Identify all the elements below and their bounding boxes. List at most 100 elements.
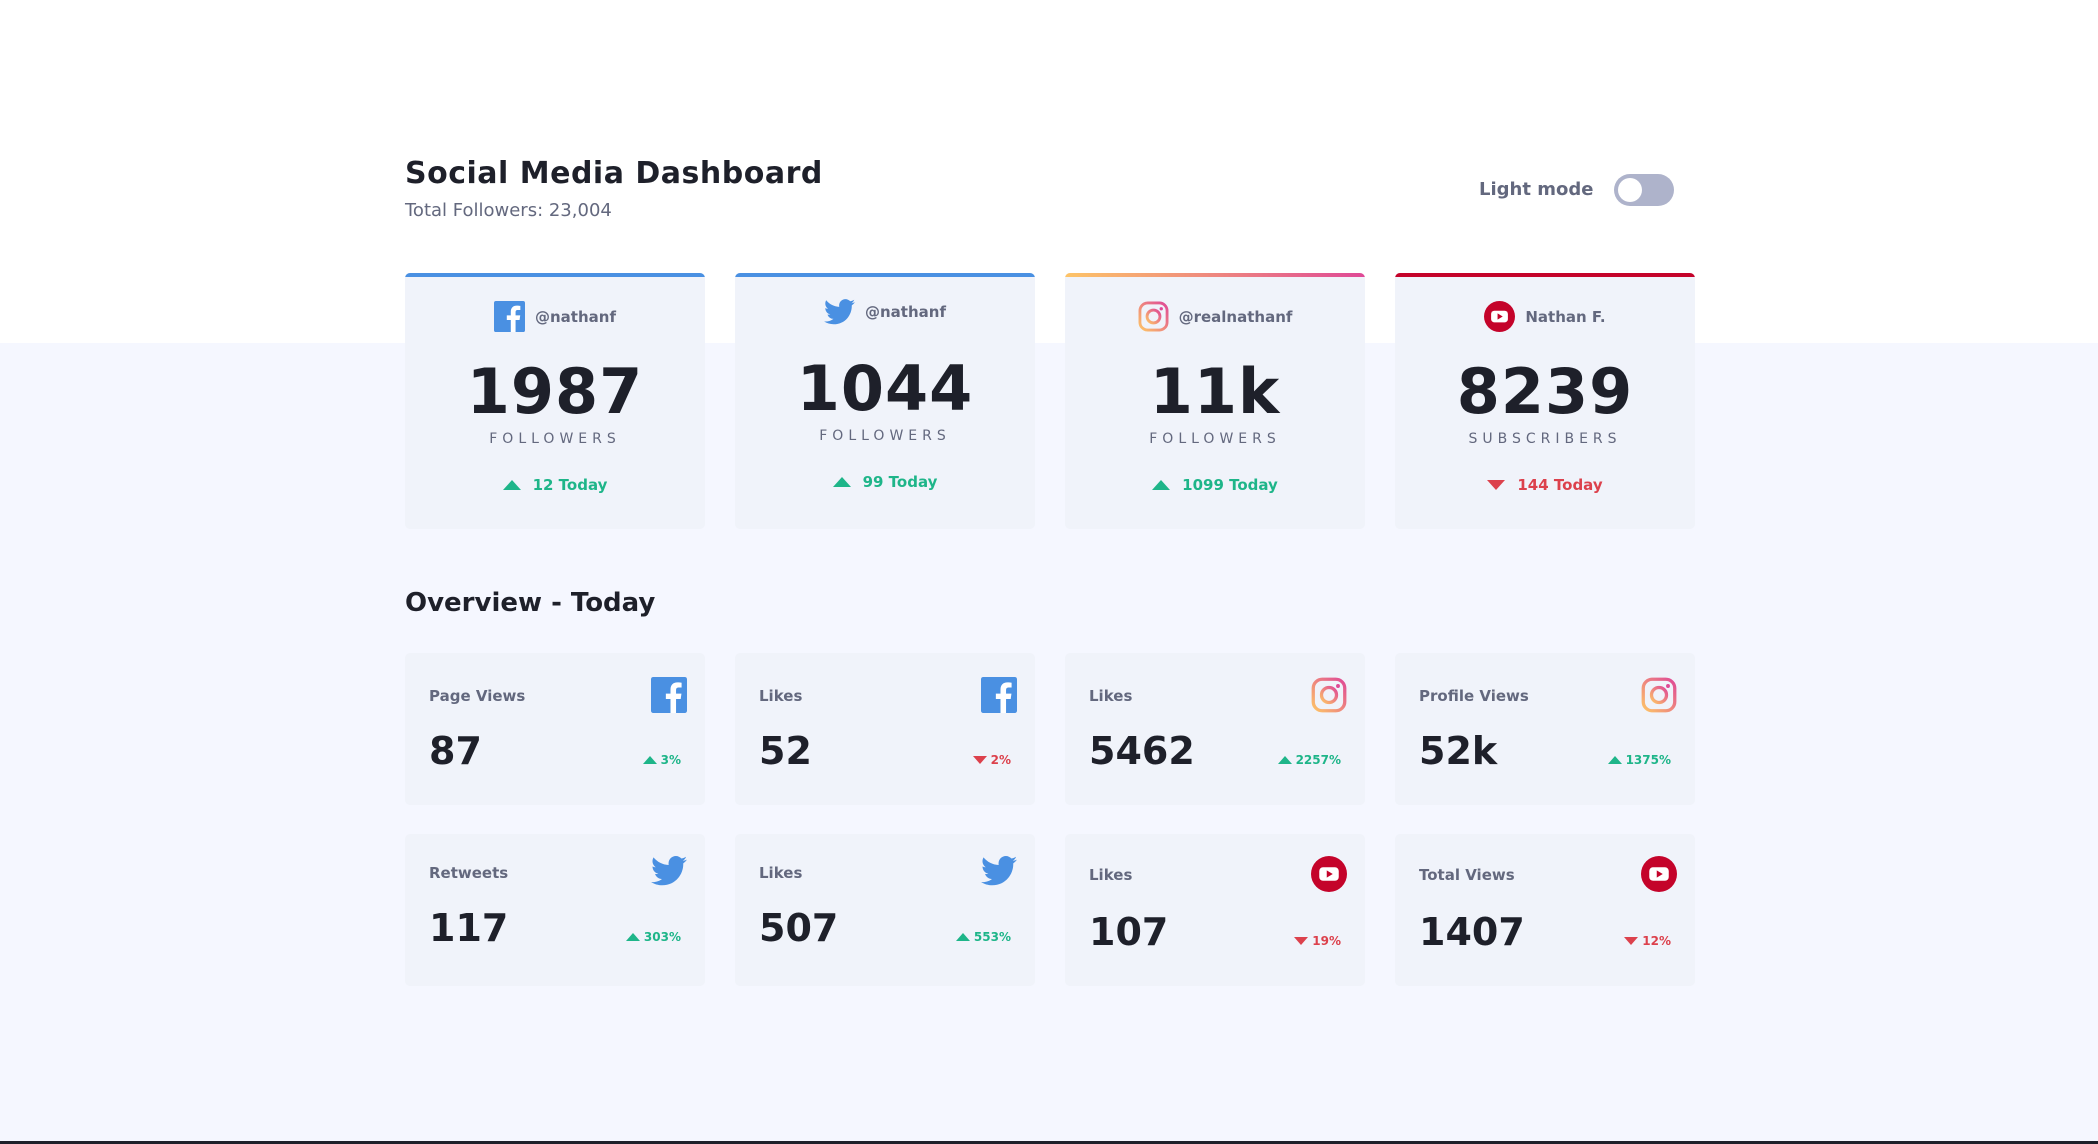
overview-card-facebook-likes[interactable]: Likes 52 2% — [735, 653, 1035, 805]
overview-value: 52 — [759, 729, 812, 773]
overview-card-page-views[interactable]: Page Views 87 3% — [405, 653, 705, 805]
overview-change-text: 2% — [990, 753, 1011, 767]
overview-change: 19% — [1294, 934, 1341, 948]
follower-unit: FOLLOWERS — [819, 428, 951, 444]
card-handle-row: @nathanf — [735, 299, 1035, 325]
arrow-down-icon — [972, 756, 987, 764]
follower-change: 1099 Today — [1065, 476, 1365, 494]
youtube-icon — [1484, 301, 1516, 332]
instagram-icon — [1641, 677, 1677, 713]
follower-change-text: 144 Today — [1517, 476, 1603, 494]
follower-card-facebook[interactable]: @nathanf 1987 FOLLOWERS 12 Today — [405, 273, 705, 529]
overview-change: 12% — [1624, 934, 1671, 948]
card-handle: @nathanf — [865, 303, 946, 321]
overview-change: 3% — [642, 753, 681, 767]
overview-change-text: 19% — [1312, 934, 1341, 948]
follower-unit: FOLLOWERS — [1149, 431, 1281, 447]
overview-change-text: 2257% — [1295, 753, 1341, 767]
overview-card-retweets[interactable]: Retweets 117 303% — [405, 834, 705, 986]
twitter-icon — [981, 856, 1017, 886]
follower-unit: SUBSCRIBERS — [1468, 431, 1622, 447]
overview-change: 1375% — [1607, 753, 1671, 767]
page-title: Social Media Dashboard — [405, 156, 823, 191]
overview-label: Total Views — [1419, 866, 1515, 884]
overview-value: 507 — [759, 906, 839, 950]
card-handle: Nathan F. — [1525, 307, 1606, 326]
facebook-icon — [981, 677, 1017, 713]
card-handle-row: @nathanf — [405, 301, 705, 332]
overview-change-text: 1375% — [1625, 753, 1671, 767]
arrow-down-icon — [1624, 937, 1639, 945]
overview-change-text: 12% — [1642, 934, 1671, 948]
youtube-icon — [1641, 856, 1677, 892]
toggle-knob[interactable] — [1618, 178, 1642, 202]
overview-label: Likes — [759, 864, 803, 882]
arrow-up-icon — [1607, 756, 1622, 764]
follower-change: 144 Today — [1395, 476, 1695, 494]
overview-change-text: 3% — [660, 753, 681, 767]
arrow-up-icon — [832, 477, 851, 487]
card-handle: @realnathanf — [1178, 307, 1293, 326]
follower-card-twitter[interactable]: @nathanf 1044 FOLLOWERS 99 Today — [735, 273, 1035, 529]
theme-mode-label: Light mode — [1479, 179, 1594, 200]
youtube-icon — [1311, 856, 1347, 892]
overview-value: 117 — [429, 906, 509, 950]
overview-change-text: 303% — [643, 930, 681, 944]
facebook-icon — [494, 301, 525, 332]
overview-value: 5462 — [1089, 729, 1195, 773]
follower-change-text: 12 Today — [532, 476, 608, 494]
overview-value: 1407 — [1419, 910, 1525, 954]
follower-count: 1044 — [796, 352, 974, 425]
overview-change: 2257% — [1277, 753, 1341, 767]
overview-card-twitter-likes[interactable]: Likes 507 553% — [735, 834, 1035, 986]
card-handle: @nathanf — [535, 307, 616, 326]
follower-change: 99 Today — [735, 473, 1035, 491]
twitter-icon — [824, 299, 855, 325]
overview-change: 2% — [972, 753, 1011, 767]
arrow-up-icon — [502, 480, 521, 490]
overview-label: Likes — [1089, 866, 1133, 884]
follower-change-text: 1099 Today — [1182, 476, 1278, 494]
header: Social Media Dashboard Total Followers: … — [405, 156, 1695, 226]
arrow-up-icon — [642, 756, 657, 764]
overview-label: Retweets — [429, 864, 509, 882]
follower-change: 12 Today — [405, 476, 705, 494]
card-handle-row: Nathan F. — [1395, 301, 1695, 332]
twitter-icon — [651, 856, 687, 886]
overview-label: Profile Views — [1419, 687, 1529, 705]
arrow-up-icon — [1277, 756, 1292, 764]
follower-card-instagram[interactable]: @realnathanf 11k FOLLOWERS 1099 Today — [1065, 273, 1365, 529]
card-handle-row: @realnathanf — [1065, 301, 1365, 332]
overview-card-profile-views[interactable]: Profile Views 52k 1375% — [1395, 653, 1695, 805]
facebook-icon — [651, 677, 687, 713]
total-followers: Total Followers: 23,004 — [405, 200, 612, 221]
overview-card-total-views[interactable]: Total Views 1407 12% — [1395, 834, 1695, 986]
follower-unit: FOLLOWERS — [489, 431, 621, 447]
card-top-bar — [405, 273, 705, 277]
arrow-up-icon — [625, 933, 640, 941]
overview-value: 107 — [1089, 910, 1169, 954]
instagram-icon — [1311, 677, 1347, 713]
overview-card-youtube-likes[interactable]: Likes 107 19% — [1065, 834, 1365, 986]
overview-change-text: 553% — [973, 930, 1011, 944]
instagram-icon — [1138, 301, 1169, 332]
overview-value: 52k — [1419, 729, 1498, 773]
overview-value: 87 — [429, 729, 482, 773]
card-top-bar — [1065, 273, 1365, 277]
follower-count: 1987 — [466, 355, 644, 428]
overview-card-instagram-likes[interactable]: Likes 5462 2257% — [1065, 653, 1365, 805]
card-top-bar — [735, 273, 1035, 277]
arrow-up-icon — [955, 933, 970, 941]
theme-toggle[interactable] — [1614, 174, 1674, 206]
overview-label: Likes — [759, 687, 803, 705]
arrow-down-icon — [1487, 480, 1506, 490]
overview-change: 303% — [625, 930, 681, 944]
arrow-down-icon — [1294, 937, 1309, 945]
overview-title: Overview - Today — [405, 588, 656, 618]
arrow-up-icon — [1152, 480, 1171, 490]
follower-count: 8239 — [1456, 355, 1634, 428]
overview-label: Likes — [1089, 687, 1133, 705]
follower-change-text: 99 Today — [862, 473, 938, 491]
card-top-bar — [1395, 273, 1695, 277]
follower-card-youtube[interactable]: Nathan F. 8239 SUBSCRIBERS 144 Today — [1395, 273, 1695, 529]
